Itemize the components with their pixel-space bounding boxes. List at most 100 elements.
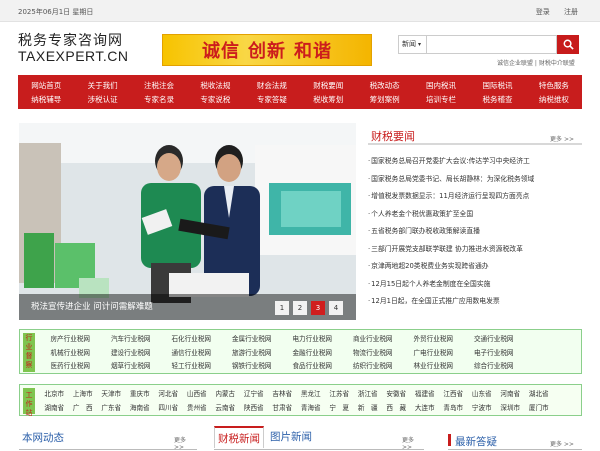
carousel-page-3[interactable]: 3 [311, 301, 325, 315]
nav-item[interactable]: 财税要闻 [300, 80, 356, 91]
tab-tax-news[interactable]: 财税新闻 [214, 426, 264, 448]
station-link[interactable]: 湖北省 [525, 388, 554, 402]
list-item[interactable]: 12月15日起个人养老金制度在全国实施 [368, 276, 534, 294]
station-link[interactable]: 河北省 [154, 388, 183, 402]
industry-link[interactable]: 广电行业税网 [403, 347, 464, 361]
nav-item[interactable]: 税收法规 [187, 80, 243, 91]
station-link[interactable]: 深圳市 [496, 402, 525, 416]
station-link[interactable]: 上海市 [69, 388, 98, 402]
station-link[interactable]: 青岛市 [439, 402, 468, 416]
nav-item[interactable]: 税务稽查 [469, 94, 525, 105]
search-input[interactable] [426, 35, 557, 54]
station-link[interactable]: 江西省 [439, 388, 468, 402]
station-link[interactable]: 西 藏 [382, 402, 411, 416]
station-link[interactable]: 天津市 [97, 388, 126, 402]
tab-photo-news[interactable]: 图片新闻 [270, 426, 312, 448]
nav-item[interactable]: 注税注会 [131, 80, 187, 91]
header-banner[interactable]: 诚信 创新 和谐 [162, 34, 372, 66]
industry-link[interactable]: 旅游行业税网 [222, 347, 283, 361]
site-updates-title[interactable]: 本网动态 [22, 430, 64, 445]
login-link[interactable]: 登录 [536, 8, 550, 16]
register-link[interactable]: 注册 [564, 8, 578, 16]
station-link[interactable]: 安徽省 [382, 388, 411, 402]
station-link[interactable]: 山西省 [183, 388, 212, 402]
nav-item[interactable]: 财会法规 [244, 80, 300, 91]
station-link[interactable]: 陕西省 [240, 402, 269, 416]
nav-item[interactable]: 纳税辅导 [18, 94, 74, 105]
station-link[interactable]: 山东省 [468, 388, 497, 402]
station-link[interactable]: 海南省 [126, 402, 155, 416]
nav-item[interactable]: 特色服务 [526, 80, 582, 91]
industry-link[interactable]: 综合行业税网 [464, 360, 525, 374]
industry-link[interactable]: 石化行业税网 [161, 333, 222, 347]
nav-item[interactable]: 税改动态 [356, 80, 412, 91]
alliance-links[interactable]: 诚信企业联盟 | 财税中介联盟 [497, 58, 575, 67]
industry-link[interactable]: 食品行业税网 [282, 360, 343, 374]
industry-link[interactable]: 建设行业税网 [101, 347, 162, 361]
station-link[interactable]: 北京市 [40, 388, 69, 402]
industry-link[interactable]: 外贸行业税网 [403, 333, 464, 347]
station-link[interactable]: 广东省 [97, 402, 126, 416]
nav-item[interactable]: 国内税讯 [413, 80, 469, 91]
nav-item[interactable]: 纳税维权 [526, 94, 582, 105]
industry-link[interactable]: 交通行业税网 [464, 333, 525, 347]
industry-link[interactable]: 房产行业税网 [40, 333, 101, 347]
list-item[interactable]: 五省税务部门联办税收政策解读直播 [368, 223, 534, 241]
station-link[interactable]: 重庆市 [126, 388, 155, 402]
list-item[interactable]: 国家税务总局党委书记、局长胡静林：为深化税务领域 [368, 171, 534, 189]
station-link[interactable]: 甘肃省 [268, 402, 297, 416]
station-link[interactable]: 黑龙江 [297, 388, 326, 402]
nav-item[interactable]: 网站首页 [18, 80, 74, 91]
carousel-page-1[interactable]: 1 [275, 301, 289, 315]
station-link[interactable]: 贵州省 [183, 402, 212, 416]
carousel-page-4[interactable]: 4 [329, 301, 343, 315]
industry-link[interactable] [524, 347, 585, 361]
tax-news-more-link[interactable]: 更多 >> [550, 134, 574, 143]
news-tabs-more-link[interactable]: 更多 >> [402, 435, 424, 451]
list-item[interactable]: 12月1日起，在全国正式推广应用数电发票 [368, 293, 534, 311]
station-link[interactable]: 云南省 [211, 402, 240, 416]
industry-link[interactable]: 烟草行业税网 [101, 360, 162, 374]
nav-item[interactable]: 筹划案例 [356, 94, 412, 105]
station-link[interactable]: 厦门市 [525, 402, 554, 416]
station-link[interactable]: 四川省 [154, 402, 183, 416]
station-link[interactable]: 大连市 [411, 402, 440, 416]
industry-link[interactable] [524, 333, 585, 347]
industry-link[interactable]: 林业行业税网 [403, 360, 464, 374]
site-logo[interactable]: 税务专家咨询网 TAXEXPERT.CN [18, 34, 130, 64]
search-category-select[interactable]: 新闻 ▾ [398, 35, 426, 54]
station-link[interactable]: 浙江省 [354, 388, 383, 402]
industry-link[interactable] [524, 360, 585, 374]
photo-carousel[interactable]: 税法宣传进企业 问计问需解难题 1 2 3 4 [19, 123, 356, 320]
nav-item[interactable]: 税收筹划 [300, 94, 356, 105]
list-item[interactable]: 增值税发票数据显示：11月经济运行呈现四方面亮点 [368, 188, 534, 206]
latest-qa-title[interactable]: 最新答疑 [455, 434, 497, 449]
industry-link[interactable]: 金融行业税网 [282, 347, 343, 361]
industry-link[interactable]: 轻工行业税网 [161, 360, 222, 374]
industry-link[interactable]: 物流行业税网 [343, 347, 404, 361]
station-link[interactable]: 新 疆 [354, 402, 383, 416]
station-link[interactable]: 内蒙古 [211, 388, 240, 402]
list-item[interactable]: 三部门开展党支部联学联建 协力推进水资源税改革 [368, 241, 534, 259]
industry-link[interactable]: 医药行业税网 [40, 360, 101, 374]
station-link[interactable] [553, 402, 582, 416]
list-item[interactable]: 国家税务总局召开党委扩大会议:传达学习中央经济工 [368, 153, 534, 171]
station-link[interactable] [553, 388, 582, 402]
nav-item[interactable]: 专家说税 [187, 94, 243, 105]
industry-link[interactable]: 金属行业税网 [222, 333, 283, 347]
station-link[interactable]: 宁波市 [468, 402, 497, 416]
station-link[interactable]: 广 西 [69, 402, 98, 416]
industry-link[interactable]: 钢铁行业税网 [222, 360, 283, 374]
nav-item[interactable]: 专家名录 [131, 94, 187, 105]
station-link[interactable]: 吉林省 [268, 388, 297, 402]
industry-link[interactable]: 电力行业税网 [282, 333, 343, 347]
station-link[interactable]: 河南省 [496, 388, 525, 402]
station-link[interactable]: 宁 夏 [325, 402, 354, 416]
industry-link[interactable]: 汽车行业税网 [101, 333, 162, 347]
industry-link[interactable]: 电子行业税网 [464, 347, 525, 361]
list-item[interactable]: 京津两地超20类税费业务实现跨省通办 [368, 258, 534, 276]
industry-link[interactable]: 通信行业税网 [161, 347, 222, 361]
station-link[interactable]: 福建省 [411, 388, 440, 402]
nav-item[interactable]: 培训专栏 [413, 94, 469, 105]
industry-link[interactable]: 商业行业税网 [343, 333, 404, 347]
